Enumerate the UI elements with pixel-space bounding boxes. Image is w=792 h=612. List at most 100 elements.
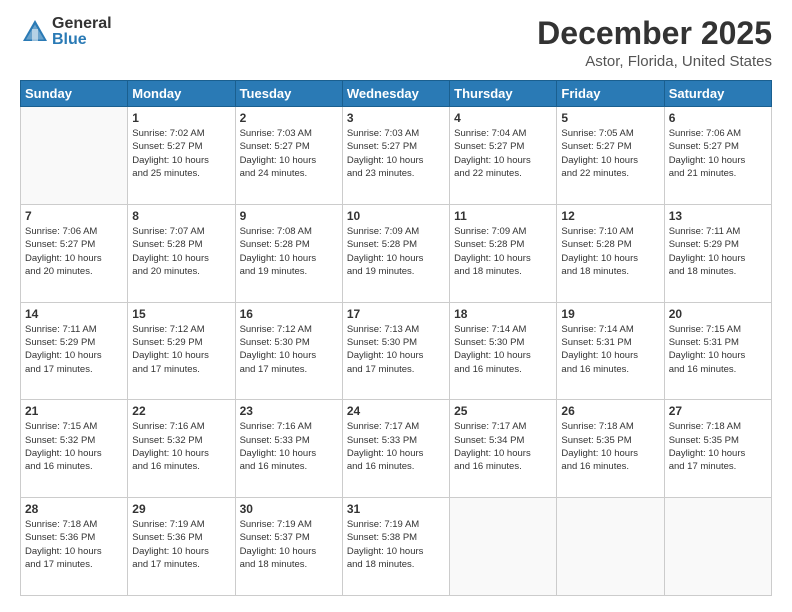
- day-number: 9: [240, 209, 338, 223]
- table-row: 15Sunrise: 7:12 AMSunset: 5:29 PMDayligh…: [128, 302, 235, 400]
- title-section: December 2025 Astor, Florida, United Sta…: [537, 16, 772, 70]
- col-wednesday: Wednesday: [342, 81, 449, 107]
- day-number: 31: [347, 502, 445, 516]
- table-row: 14 Sunrise: 7:11 AMSunset: 5:29 PMDayligh…: [21, 302, 128, 400]
- table-row: 2Sunrise: 7:03 AMSunset: 5:27 PMDaylight…: [235, 107, 342, 205]
- table-row: [21, 107, 128, 205]
- calendar: Sunday Monday Tuesday Wednesday Thursday…: [20, 80, 772, 596]
- day-number: 20: [669, 307, 767, 321]
- day-info: Sunrise: 7:11 AMSunset: 5:29 PMDaylight:…: [669, 225, 767, 278]
- day-number: 3: [347, 111, 445, 125]
- table-row: 16Sunrise: 7:12 AMSunset: 5:30 PMDayligh…: [235, 302, 342, 400]
- table-row: 11 Sunrise: 7:09 AMSunset: 5:28 PMDayligh…: [450, 204, 557, 302]
- day-info: Sunrise: 7:13 AMSunset: 5:30 PMDaylight:…: [347, 323, 445, 376]
- day-number: 25: [454, 404, 552, 418]
- day-number: 15: [132, 307, 230, 321]
- day-info: Sunrise: 7:10 AMSunset: 5:28 PMDaylight:…: [561, 225, 659, 278]
- day-info: Sunrise: 7:09 AMSunset: 5:28 PMDaylight:…: [454, 225, 552, 278]
- col-monday: Monday: [128, 81, 235, 107]
- logo-icon: [20, 17, 50, 47]
- day-info: Sunrise: 7:08 AMSunset: 5:28 PMDaylight:…: [240, 225, 338, 278]
- day-number: 10: [347, 209, 445, 223]
- day-number: 6: [669, 111, 767, 125]
- day-number: 23: [240, 404, 338, 418]
- day-number: 12: [561, 209, 659, 223]
- day-info: Sunrise: 7:11 AMSunset: 5:29 PMDaylight:…: [25, 323, 123, 376]
- table-row: 6 Sunrise: 7:06 AMSunset: 5:27 PMDaylight…: [664, 107, 771, 205]
- table-row: 28Sunrise: 7:18 AMSunset: 5:36 PMDayligh…: [21, 498, 128, 596]
- logo: General Blue: [20, 16, 112, 48]
- day-number: 29: [132, 502, 230, 516]
- day-info: Sunrise: 7:14 AMSunset: 5:30 PMDaylight:…: [454, 323, 552, 376]
- day-number: 21: [25, 404, 123, 418]
- table-row: 27Sunrise: 7:18 AMSunset: 5:35 PMDayligh…: [664, 400, 771, 498]
- table-row: 19 Sunrise: 7:14 AMSunset: 5:31 PMDayligh…: [557, 302, 664, 400]
- day-info: Sunrise: 7:18 AMSunset: 5:35 PMDaylight:…: [669, 420, 767, 473]
- day-number: 18: [454, 307, 552, 321]
- table-row: 25 Sunrise: 7:17 AMSunset: 5:34 PMDayligh…: [450, 400, 557, 498]
- table-row: 10Sunrise: 7:09 AMSunset: 5:28 PMDayligh…: [342, 204, 449, 302]
- table-row: 29 Sunrise: 7:19 AMSunset: 5:36 PMDayligh…: [128, 498, 235, 596]
- table-row: 9 Sunrise: 7:08 AMSunset: 5:28 PMDaylight…: [235, 204, 342, 302]
- calendar-header-row: Sunday Monday Tuesday Wednesday Thursday…: [21, 81, 772, 107]
- table-row: 13 Sunrise: 7:11 AMSunset: 5:29 PMDayligh…: [664, 204, 771, 302]
- location-title: Astor, Florida, United States: [537, 53, 772, 70]
- table-row: 17 Sunrise: 7:13 AMSunset: 5:30 PMDayligh…: [342, 302, 449, 400]
- day-info: Sunrise: 7:17 AMSunset: 5:34 PMDaylight:…: [454, 420, 552, 473]
- day-number: 7: [25, 209, 123, 223]
- day-info: Sunrise: 7:14 AMSunset: 5:31 PMDaylight:…: [561, 323, 659, 376]
- page: General Blue December 2025 Astor, Florid…: [0, 0, 792, 612]
- day-number: 17: [347, 307, 445, 321]
- day-info: Sunrise: 7:19 AMSunset: 5:36 PMDaylight:…: [132, 518, 230, 571]
- month-title: December 2025: [537, 16, 772, 51]
- day-number: 26: [561, 404, 659, 418]
- day-info: Sunrise: 7:12 AMSunset: 5:30 PMDaylight:…: [240, 323, 338, 376]
- day-number: 13: [669, 209, 767, 223]
- day-info: Sunrise: 7:06 AMSunset: 5:27 PMDaylight:…: [25, 225, 123, 278]
- day-info: Sunrise: 7:03 AMSunset: 5:27 PMDaylight:…: [347, 127, 445, 180]
- table-row: 30Sunrise: 7:19 AMSunset: 5:37 PMDayligh…: [235, 498, 342, 596]
- logo-text: General Blue: [52, 16, 112, 48]
- table-row: 5Sunrise: 7:05 AMSunset: 5:27 PMDaylight…: [557, 107, 664, 205]
- col-sunday: Sunday: [21, 81, 128, 107]
- table-row: 12 Sunrise: 7:10 AMSunset: 5:28 PMDayligh…: [557, 204, 664, 302]
- day-number: 19: [561, 307, 659, 321]
- day-info: Sunrise: 7:16 AMSunset: 5:33 PMDaylight:…: [240, 420, 338, 473]
- day-info: Sunrise: 7:06 AMSunset: 5:27 PMDaylight:…: [669, 127, 767, 180]
- day-number: 8: [132, 209, 230, 223]
- table-row: 23 Sunrise: 7:16 AMSunset: 5:33 PMDayligh…: [235, 400, 342, 498]
- day-info: Sunrise: 7:05 AMSunset: 5:27 PMDaylight:…: [561, 127, 659, 180]
- day-info: Sunrise: 7:15 AMSunset: 5:32 PMDaylight:…: [25, 420, 123, 473]
- table-row: 18 Sunrise: 7:14 AMSunset: 5:30 PMDayligh…: [450, 302, 557, 400]
- day-number: 22: [132, 404, 230, 418]
- col-tuesday: Tuesday: [235, 81, 342, 107]
- table-row: [664, 498, 771, 596]
- header: General Blue December 2025 Astor, Florid…: [20, 16, 772, 70]
- day-info: Sunrise: 7:04 AMSunset: 5:27 PMDaylight:…: [454, 127, 552, 180]
- day-info: Sunrise: 7:03 AMSunset: 5:27 PMDaylight:…: [240, 127, 338, 180]
- table-row: 3 Sunrise: 7:03 AMSunset: 5:27 PMDaylight…: [342, 107, 449, 205]
- table-row: 20 Sunrise: 7:15 AMSunset: 5:31 PMDayligh…: [664, 302, 771, 400]
- table-row: [557, 498, 664, 596]
- day-number: 11: [454, 209, 552, 223]
- day-info: Sunrise: 7:17 AMSunset: 5:33 PMDaylight:…: [347, 420, 445, 473]
- table-row: 24 Sunrise: 7:17 AMSunset: 5:33 PMDayligh…: [342, 400, 449, 498]
- day-info: Sunrise: 7:15 AMSunset: 5:31 PMDaylight:…: [669, 323, 767, 376]
- col-saturday: Saturday: [664, 81, 771, 107]
- day-info: Sunrise: 7:02 AMSunset: 5:27 PMDaylight:…: [132, 127, 230, 180]
- table-row: 31 Sunrise: 7:19 AMSunset: 5:38 PMDayligh…: [342, 498, 449, 596]
- table-row: 7 Sunrise: 7:06 AMSunset: 5:27 PMDaylight…: [21, 204, 128, 302]
- day-number: 24: [347, 404, 445, 418]
- day-info: Sunrise: 7:18 AMSunset: 5:35 PMDaylight:…: [561, 420, 659, 473]
- day-number: 30: [240, 502, 338, 516]
- day-info: Sunrise: 7:19 AMSunset: 5:38 PMDaylight:…: [347, 518, 445, 571]
- day-info: Sunrise: 7:07 AMSunset: 5:28 PMDaylight:…: [132, 225, 230, 278]
- table-row: 1 Sunrise: 7:02 AMSunset: 5:27 PMDaylight…: [128, 107, 235, 205]
- col-friday: Friday: [557, 81, 664, 107]
- day-info: Sunrise: 7:16 AMSunset: 5:32 PMDaylight:…: [132, 420, 230, 473]
- table-row: 8 Sunrise: 7:07 AMSunset: 5:28 PMDaylight…: [128, 204, 235, 302]
- table-row: 22 Sunrise: 7:16 AMSunset: 5:32 PMDayligh…: [128, 400, 235, 498]
- logo-blue-text: Blue: [52, 32, 112, 48]
- day-number: 1: [132, 111, 230, 125]
- day-number: 14: [25, 307, 123, 321]
